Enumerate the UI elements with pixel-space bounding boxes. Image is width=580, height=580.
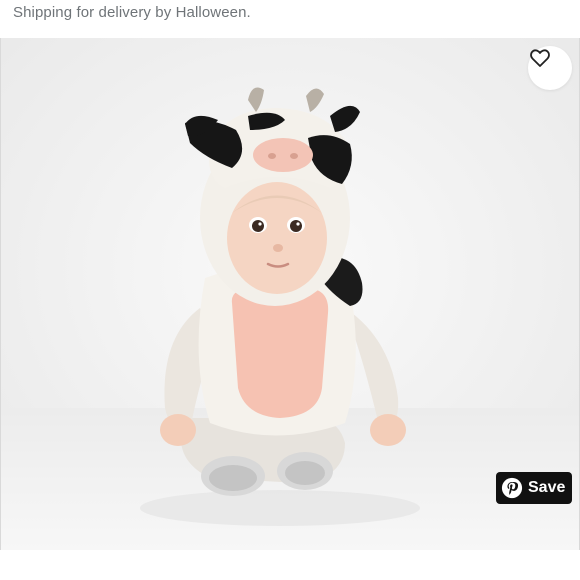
product-photo bbox=[0, 38, 580, 550]
favorite-button[interactable] bbox=[528, 46, 572, 90]
pinterest-icon bbox=[501, 477, 523, 499]
baby-cow-costume-photo bbox=[0, 38, 580, 550]
save-label: Save bbox=[528, 479, 566, 496]
shipping-note: Shipping for delivery by Halloween. bbox=[13, 4, 251, 21]
frame-left-border bbox=[0, 38, 1, 550]
heart-icon bbox=[530, 49, 550, 67]
pinterest-save-button[interactable]: Save bbox=[496, 472, 572, 504]
